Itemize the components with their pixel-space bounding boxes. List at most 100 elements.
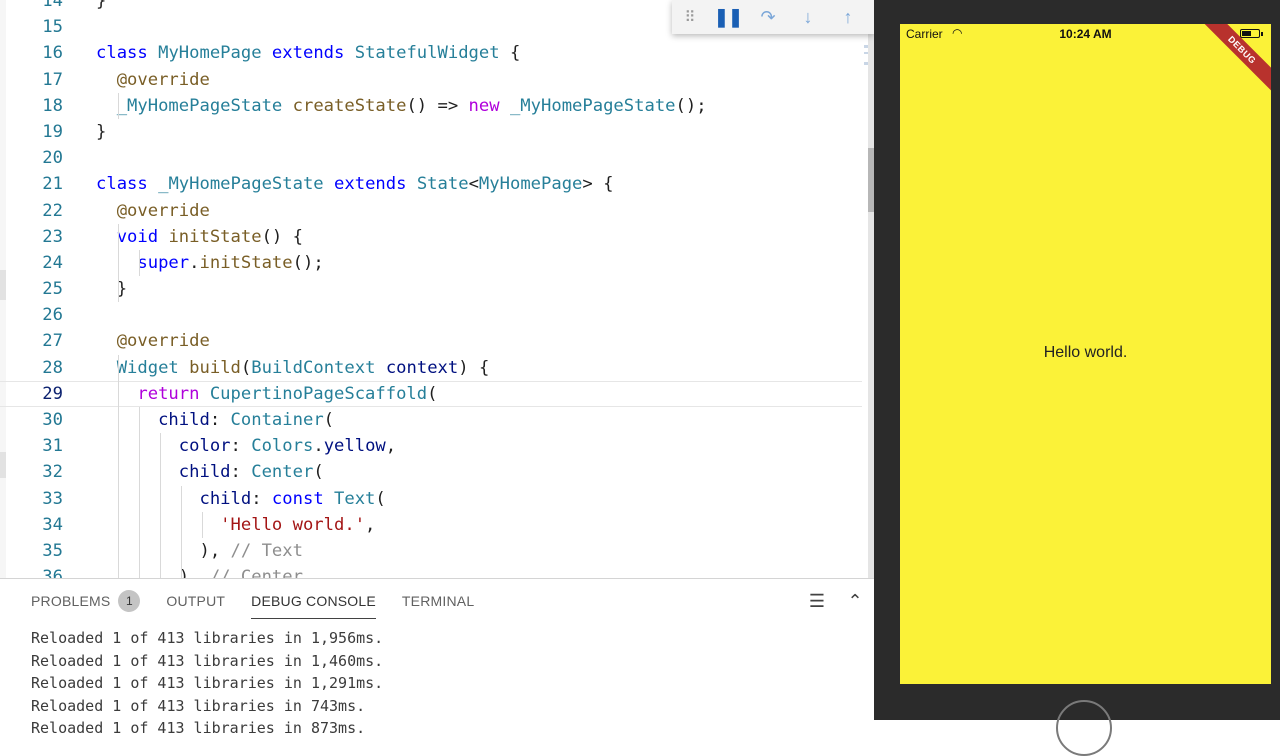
code-line[interactable]: 25 } (0, 276, 862, 302)
tab-debug-console[interactable]: DEBUG CONSOLE (251, 579, 376, 623)
code-text: } (96, 0, 106, 14)
home-button[interactable] (1056, 700, 1112, 756)
code-token: // Center (209, 567, 303, 578)
code-token: yellow (323, 436, 386, 457)
tab-output[interactable]: OUTPUT (166, 579, 225, 623)
code-token: () => (406, 95, 469, 116)
line-number: 30 (42, 410, 63, 430)
line-number: 18 (42, 95, 63, 116)
code-text: 'Hello world.', (96, 512, 375, 538)
code-lines[interactable]: 14} 15 16 class MyHomePage extends Stateful… (0, 0, 862, 578)
code-token: color (96, 436, 231, 457)
console-line: Reloaded 1 of 413 libraries in 1,291ms. (31, 674, 384, 692)
line-number: 22 (42, 200, 63, 221)
code-token: Colors (251, 436, 314, 457)
code-token: ( (375, 488, 386, 509)
line-number: 28 (42, 357, 63, 378)
code-line[interactable]: 29 return CupertinoPageScaffold( (0, 381, 862, 407)
code-line[interactable]: 22 @override (0, 198, 862, 224)
debug-toolbar: ⠿ ❚❚ ↷ ↓ ↑ (672, 0, 874, 34)
code-line[interactable]: 35 ), // Text (0, 538, 862, 564)
code-token: StatefulWidget (354, 43, 500, 64)
code-editor[interactable]: 14} 15 16 class MyHomePage extends Stateful… (0, 0, 874, 578)
line-number: 16 (42, 43, 63, 64)
collapse-panel-icon[interactable]: ⌃ (836, 579, 874, 623)
pause-icon[interactable]: ❚❚ (708, 0, 748, 34)
code-line[interactable]: 34 'Hello world.', (0, 512, 862, 538)
drag-grip-icon[interactable]: ⠿ (672, 0, 708, 34)
clear-console-icon[interactable]: ☰ (798, 579, 836, 623)
tab-label: TERMINAL (401, 593, 475, 609)
code-line[interactable]: 32 child: Center( (0, 459, 862, 485)
indent-guide (118, 223, 119, 303)
indent-guide (118, 92, 119, 119)
code-token: // Text (230, 540, 303, 561)
line-number: 20 (42, 148, 63, 169)
code-text: Widget build(BuildContext context) { (96, 355, 490, 381)
line-number: 26 (42, 305, 63, 326)
code-line[interactable]: 23 void initState() { (0, 224, 862, 250)
code-text: @override (96, 198, 210, 224)
code-token: ( (313, 462, 324, 483)
code-line[interactable]: 20 (0, 145, 862, 171)
code-line[interactable]: 26 (0, 302, 862, 328)
code-token: _MyHomePageState (158, 174, 324, 195)
code-line[interactable]: 16 class MyHomePage extends StatefulWidge… (0, 40, 862, 66)
code-token: . (313, 436, 324, 457)
code-line[interactable]: 27 @override (0, 328, 862, 354)
code-text: child: Center( (96, 459, 324, 485)
code-token: ), (96, 567, 210, 578)
tab-terminal[interactable]: TERMINAL (402, 579, 474, 623)
code-line[interactable]: 28 Widget build(BuildContext context) { (0, 355, 862, 381)
step-over-icon[interactable]: ↷ (748, 0, 788, 34)
line-number: 21 (42, 174, 63, 195)
tab-label: OUTPUT (166, 593, 226, 609)
code-line[interactable]: 31 color: Colors.yellow, (0, 433, 862, 459)
code-token: _MyHomePageState (509, 95, 676, 116)
line-number: 33 (42, 488, 63, 509)
line-number: 25 (42, 279, 63, 300)
tab-label: PROBLEMS (31, 593, 111, 609)
code-line[interactable]: 33 child: const Text( (0, 486, 862, 512)
code-token: MyHomePage (478, 174, 583, 195)
code-token: MyHomePage (158, 43, 262, 64)
console-line: Reloaded 1 of 413 libraries in 1,956ms. (31, 629, 384, 647)
code-text: child: Container( (96, 407, 334, 433)
hello-text: Hello world. (1043, 344, 1128, 361)
code-text: } (96, 276, 127, 302)
code-line[interactable]: 17 @override (0, 67, 862, 93)
console-line: Reloaded 1 of 413 libraries in 873ms. (31, 719, 366, 737)
code-line[interactable]: 19} (0, 119, 862, 145)
line-number: 29 (42, 383, 63, 404)
debug-console-output[interactable]: Reloaded 1 of 413 libraries in 1,956ms. … (31, 627, 861, 740)
code-line[interactable]: 36 ), // Center (0, 564, 862, 578)
simulator-screen[interactable]: Carrier ◠ 10:24 AM DEBUG Hello world. (900, 24, 1271, 684)
code-token: CupertinoPageScaffold (209, 383, 428, 404)
line-number: 31 (42, 436, 63, 457)
code-token: , (365, 514, 376, 535)
tab-problems[interactable]: PROBLEMS 1 (31, 579, 141, 623)
code-line[interactable]: 24 super.initState(); (0, 250, 862, 276)
code-token: Container (230, 410, 324, 430)
code-line[interactable]: 30 child: Container( (0, 407, 862, 433)
code-token: extends (323, 174, 417, 195)
indent-guide (139, 407, 140, 578)
indent-guide (181, 485, 182, 578)
step-out-icon[interactable]: ↑ (828, 0, 868, 34)
tab-label: DEBUG CONSOLE (251, 593, 376, 609)
line-number: 36 (42, 567, 63, 578)
code-line[interactable]: 21 class _MyHomePageState extends State<M… (0, 171, 862, 197)
code-token: . (189, 252, 200, 273)
code-text: ), // Text (96, 538, 303, 564)
line-number: 35 (42, 540, 63, 561)
code-token: new (468, 95, 500, 116)
code-token: build (189, 357, 241, 378)
step-into-icon[interactable]: ↓ (788, 0, 828, 34)
line-number: 23 (42, 226, 63, 247)
code-line[interactable]: 18 _MyHomePageState createState() => new… (0, 93, 862, 119)
code-token: _MyHomePageState (96, 95, 283, 116)
code-token: : (230, 436, 252, 457)
